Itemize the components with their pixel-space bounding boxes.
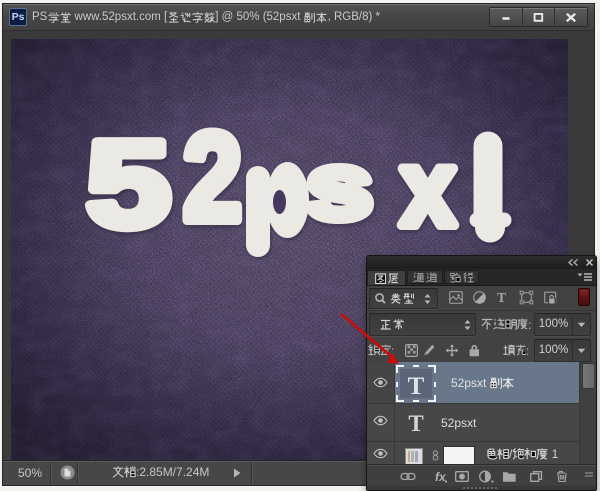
svg-text:T: T [408, 373, 425, 400]
svg-text:2: 2 [183, 107, 242, 247]
svg-text:T: T [408, 411, 423, 436]
svg-text:x: x [401, 128, 456, 248]
svg-text:5: 5 [86, 117, 170, 253]
svg-text:s: s [306, 134, 372, 238]
svg-text:T: T [497, 290, 506, 305]
